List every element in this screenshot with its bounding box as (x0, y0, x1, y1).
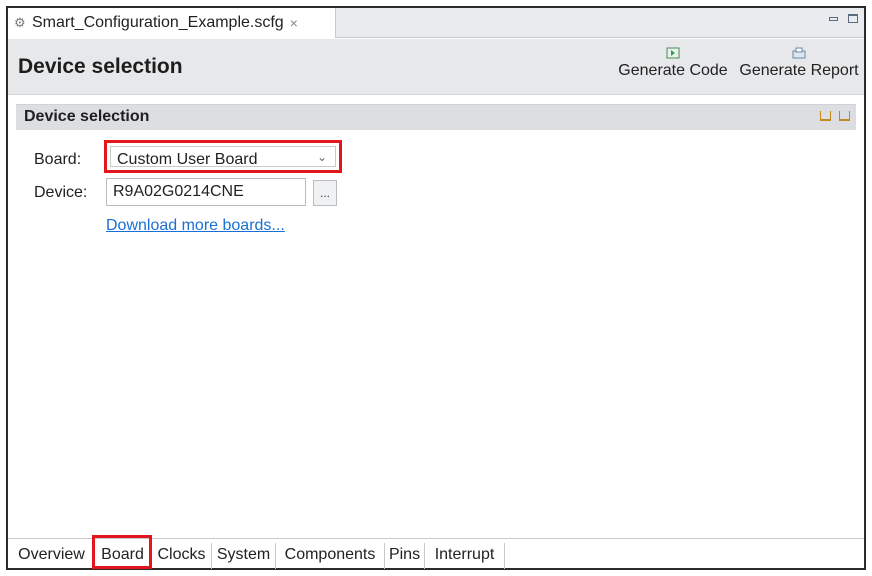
generate-code-label: Generate Code (618, 62, 728, 79)
minimize-icon[interactable] (829, 17, 838, 21)
generate-report-icon (792, 47, 806, 59)
device-selection-section: Device selection (16, 104, 856, 130)
export-icon[interactable] (839, 111, 850, 121)
tab-board-label: Board (101, 546, 144, 563)
browse-device-button[interactable]: ... (313, 180, 337, 206)
page-title: Device selection (18, 55, 183, 78)
editor-window: ⚙ Smart_Configuration_Example.scfg × Dev… (6, 6, 866, 570)
generate-report-button[interactable]: Generate Report (734, 47, 864, 80)
download-more-boards-link[interactable]: Download more boards... (106, 217, 285, 235)
import-icon[interactable] (820, 111, 831, 121)
section-toolbar (820, 111, 850, 121)
tab-interrupt[interactable]: Interrupt (425, 543, 505, 569)
close-icon[interactable]: × (290, 15, 298, 31)
section-title: Device selection (24, 108, 150, 125)
tab-pins[interactable]: Pins (385, 543, 425, 569)
board-dropdown[interactable]: Custom User Board ⌄ (104, 140, 342, 173)
editor-tab-strip: ⚙ Smart_Configuration_Example.scfg × (8, 8, 864, 38)
board-dropdown-field[interactable]: Custom User Board ⌄ (110, 146, 336, 168)
tab-overview[interactable]: Overview (10, 543, 94, 569)
editor-bottom-tabs: Overview Board Clocks System Components … (8, 535, 864, 569)
generate-report-label: Generate Report (739, 62, 859, 79)
board-selected-value: Custom User Board (117, 151, 258, 168)
chevron-down-icon[interactable]: ⌄ (317, 150, 327, 164)
tab-clocks[interactable]: Clocks (152, 543, 212, 569)
generate-code-icon (666, 47, 680, 59)
gear-icon: ⚙ (14, 15, 26, 30)
page-header: Device selection Generate Code Generate … (8, 39, 864, 95)
maximize-icon[interactable] (848, 14, 858, 23)
board-label: Board: (34, 151, 82, 168)
tab-components[interactable]: Components (276, 543, 385, 569)
window-controls (829, 12, 858, 23)
device-label: Device: (34, 184, 88, 201)
tab-system[interactable]: System (212, 543, 276, 569)
editor-tab[interactable]: ⚙ Smart_Configuration_Example.scfg × (8, 8, 336, 38)
generate-code-button[interactable]: Generate Code (612, 47, 734, 80)
tab-board[interactable]: Board (94, 543, 152, 569)
active-tab-indicator (100, 566, 145, 568)
device-field[interactable]: R9A02G0214CNE (106, 178, 306, 206)
editor-tab-label: Smart_Configuration_Example.scfg (32, 14, 284, 31)
